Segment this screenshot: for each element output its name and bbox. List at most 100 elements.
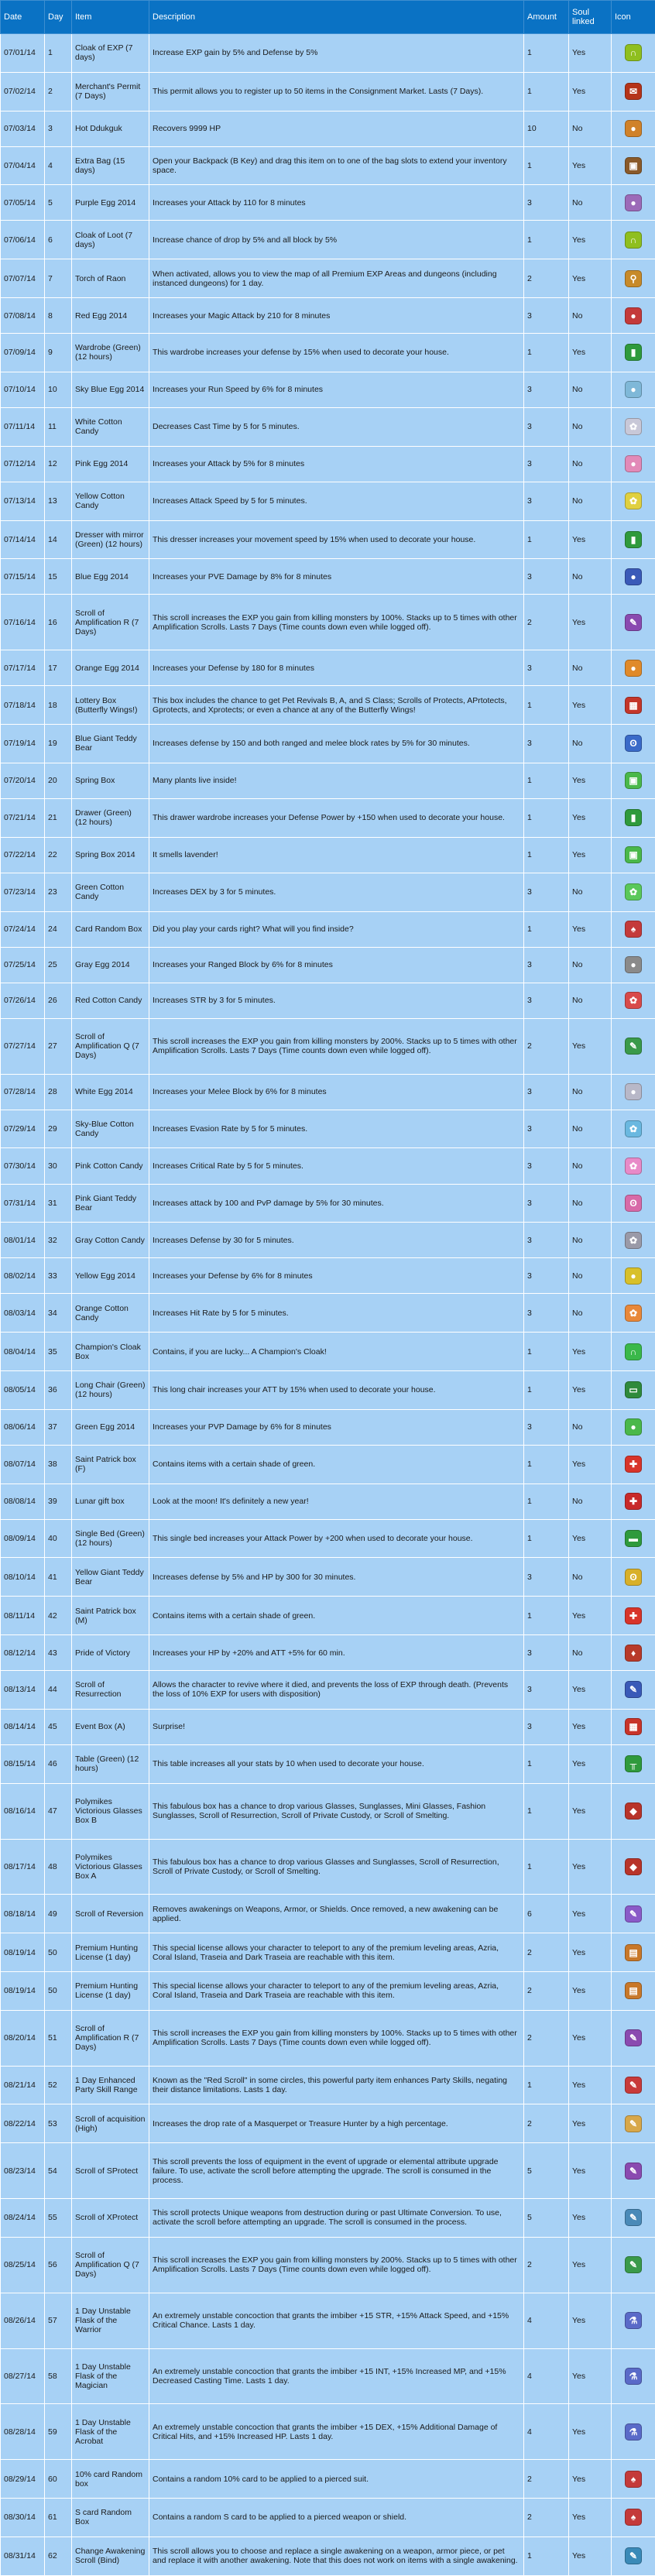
cell-date: 07/14/14 bbox=[0, 520, 45, 560]
cell-item: Table (Green) (12 hours) bbox=[71, 1744, 149, 1784]
cell-icon: ▮ bbox=[611, 333, 655, 372]
cell-soul-linked: Yes bbox=[568, 762, 612, 799]
table-row: 08/01/14 32 Gray Cotton Candy Increases Def… bbox=[0, 1222, 655, 1259]
torch-icon: ⚲ bbox=[625, 269, 642, 287]
table-row: 08/20/14 51 Scroll of Amplification R (7 D… bbox=[0, 2009, 655, 2067]
cell-soul-linked: Yes bbox=[568, 71, 612, 111]
table-row: 07/23/14 23 Green Cotton Candy Increases DE… bbox=[0, 872, 655, 912]
cell-description: This scroll protects Unique weapons from… bbox=[149, 2198, 524, 2238]
cell-day: 41 bbox=[44, 1557, 72, 1597]
cell-day: 16 bbox=[44, 594, 72, 651]
lottery-box-icon: ▦ bbox=[625, 696, 642, 714]
cell-item: 1 Day Enhanced Party Skill Range bbox=[71, 2065, 149, 2105]
cell-day: 44 bbox=[44, 1670, 72, 1710]
cell-day: 9 bbox=[44, 333, 72, 372]
cell-item: Scroll of Amplification Q (7 Days) bbox=[71, 2236, 149, 2293]
table-row: 07/27/14 27 Scroll of Amplification Q (7 D… bbox=[0, 1017, 655, 1075]
cell-amount: 2 bbox=[523, 2104, 569, 2144]
cell-day: 18 bbox=[44, 685, 72, 725]
cotton-candy-icon: ✿ bbox=[625, 1158, 642, 1175]
cell-day: 28 bbox=[44, 1073, 72, 1110]
cell-item: Lunar gift box bbox=[71, 1483, 149, 1520]
cell-item: Red Cotton Candy bbox=[71, 982, 149, 1019]
cell-amount: 3 bbox=[523, 558, 569, 595]
cell-day: 51 bbox=[44, 2009, 72, 2067]
cell-date: 07/06/14 bbox=[0, 220, 45, 260]
cell-item: Sky-Blue Cotton Candy bbox=[71, 1109, 149, 1149]
cell-description: Increases defense by 5% and HP by 300 fo… bbox=[149, 1557, 524, 1597]
cell-description: Contains a random 10% card to be applied… bbox=[149, 2459, 524, 2499]
cell-description: This scroll increases the EXP you gain f… bbox=[149, 2236, 524, 2293]
cell-day: 12 bbox=[44, 445, 72, 482]
cell-amount: 1 bbox=[523, 1444, 569, 1484]
cell-date: 08/31/14 bbox=[0, 2536, 45, 2576]
cell-item: Scroll of acquisition (High) bbox=[71, 2104, 149, 2144]
cell-amount: 3 bbox=[523, 371, 569, 408]
cell-soul-linked: No bbox=[568, 184, 612, 221]
cell-description: Decreases Cast Time by 5 for 5 minutes. bbox=[149, 406, 524, 447]
cell-amount: 1 bbox=[523, 333, 569, 372]
cell-item: Merchant's Permit (7 Days) bbox=[71, 71, 149, 111]
cell-date: 08/04/14 bbox=[0, 1332, 45, 1372]
cell-date: 08/07/14 bbox=[0, 1444, 45, 1484]
cell-icon: ✚ bbox=[611, 1596, 655, 1635]
teddy-bear-icon: ʘ bbox=[625, 735, 642, 753]
cell-day: 10 bbox=[44, 371, 72, 408]
cell-item: Yellow Cotton Candy bbox=[71, 481, 149, 521]
white-egg-icon: ● bbox=[625, 1083, 642, 1101]
cell-date: 08/03/14 bbox=[0, 1293, 45, 1333]
chair-icon: ▭ bbox=[625, 1381, 642, 1399]
scroll-icon: ✎ bbox=[625, 2029, 642, 2047]
cell-day: 8 bbox=[44, 297, 72, 334]
cell-soul-linked: No bbox=[568, 872, 612, 912]
cell-day: 50 bbox=[44, 1971, 72, 2011]
cell-description: Increases your PVE Damage by 8% for 8 mi… bbox=[149, 558, 524, 595]
cotton-candy-icon: ✿ bbox=[625, 1231, 642, 1249]
table-row: 08/17/14 48 Polymikes Victorious Glasses B… bbox=[0, 1838, 655, 1895]
cell-icon: ✿ bbox=[611, 1293, 655, 1333]
reversion-scroll-icon: ✎ bbox=[625, 1905, 642, 1923]
cell-description: Increases your Attack by 110 for 8 minut… bbox=[149, 184, 524, 221]
cell-day: 48 bbox=[44, 1838, 72, 1895]
table-row: 08/21/14 52 1 Day Enhanced Party Skill Ran… bbox=[0, 2065, 655, 2105]
cell-description: Removes awakenings on Weapons, Armor, or… bbox=[149, 1894, 524, 1934]
cell-day: 4 bbox=[44, 146, 72, 186]
cell-day: 39 bbox=[44, 1483, 72, 1520]
table-row: 07/18/14 18 Lottery Box (Butterfly Wings!)… bbox=[0, 685, 655, 725]
table-row: 07/05/14 5 Purple Egg 2014 Increases your A… bbox=[0, 184, 655, 221]
cell-soul-linked: Yes bbox=[568, 2536, 612, 2576]
blue-egg-icon: ● bbox=[625, 568, 642, 585]
table-row: 07/06/14 6 Cloak of Loot (7 days) Increase … bbox=[0, 220, 655, 260]
cell-soul-linked: Yes bbox=[568, 2348, 612, 2405]
table-row: 08/05/14 36 Long Chair (Green) (12 hours) T… bbox=[0, 1370, 655, 1410]
cell-icon: ✿ bbox=[611, 1109, 655, 1149]
cell-date: 08/23/14 bbox=[0, 2142, 45, 2200]
teddy-bear-icon: ʘ bbox=[625, 1194, 642, 1212]
cell-icon: ● bbox=[611, 297, 655, 334]
cell-date: 07/26/14 bbox=[0, 982, 45, 1019]
cell-soul-linked: Yes bbox=[568, 1744, 612, 1784]
cell-date: 08/09/14 bbox=[0, 1518, 45, 1559]
cell-item: Hot Ddukguk bbox=[71, 110, 149, 147]
cell-amount: 10 bbox=[523, 110, 569, 147]
table-row: 07/10/14 10 Sky Blue Egg 2014 Increases you… bbox=[0, 371, 655, 408]
cell-item: Blue Giant Teddy Bear bbox=[71, 724, 149, 763]
cell-item: White Cotton Candy bbox=[71, 406, 149, 447]
cell-item: Champion's Cloak Box bbox=[71, 1332, 149, 1372]
cell-icon: ✚ bbox=[611, 1483, 655, 1520]
cell-date: 08/12/14 bbox=[0, 1634, 45, 1672]
event-box-icon: ▦ bbox=[625, 1718, 642, 1736]
cell-soul-linked: No bbox=[568, 946, 612, 983]
cell-day: 17 bbox=[44, 650, 72, 687]
cell-soul-linked: No bbox=[568, 110, 612, 147]
cotton-candy-icon: ✿ bbox=[625, 992, 642, 1010]
cell-description: An extremely unstable concoction that gr… bbox=[149, 2292, 524, 2349]
header-icon: Icon bbox=[611, 0, 655, 34]
red-egg-icon: ● bbox=[625, 307, 642, 324]
cell-day: 49 bbox=[44, 1894, 72, 1934]
cell-soul-linked: Yes bbox=[568, 2009, 612, 2067]
cell-date: 07/29/14 bbox=[0, 1109, 45, 1149]
cell-icon: ∩ bbox=[611, 1332, 655, 1372]
table-row: 08/07/14 38 Saint Patrick box (F) Contains … bbox=[0, 1444, 655, 1484]
cell-date: 07/10/14 bbox=[0, 371, 45, 408]
